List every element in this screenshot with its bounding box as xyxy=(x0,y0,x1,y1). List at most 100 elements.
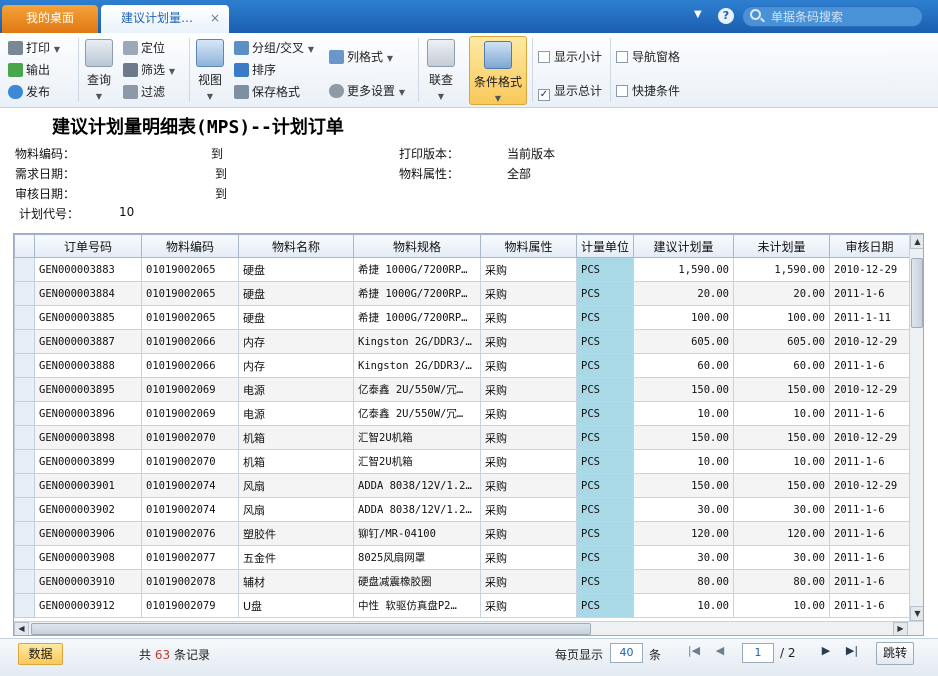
table-cell[interactable]: 采购 xyxy=(480,353,577,378)
table-cell[interactable]: 采购 xyxy=(480,521,577,546)
column-header[interactable]: 计量单位 xyxy=(576,234,634,258)
table-cell[interactable]: 120.00 xyxy=(733,521,830,546)
table-cell[interactable]: 2010-12-29 xyxy=(829,377,910,402)
table-cell[interactable]: 150.00 xyxy=(733,425,830,450)
table-cell[interactable]: 五金件 xyxy=(238,545,354,570)
table-cell[interactable]: 采购 xyxy=(480,497,577,522)
table-row[interactable]: GEN000003906 01019002076 塑胶件 铆钉/MR-04100 采购 P… xyxy=(14,521,910,546)
table-cell[interactable]: 汇智2U机箱 xyxy=(353,449,481,474)
table-cell[interactable]: 采购 xyxy=(480,257,577,282)
table-cell[interactable]: GEN000003901 xyxy=(34,473,142,498)
link-query-button[interactable]: 联查 ▼ xyxy=(424,39,458,102)
last-page-icon[interactable]: ▶| xyxy=(844,644,860,657)
table-cell[interactable]: GEN000003896 xyxy=(34,401,142,426)
table-cell[interactable]: 亿泰鑫 2U/550W/冗… xyxy=(353,377,481,402)
table-cell[interactable]: 20.00 xyxy=(633,281,734,306)
table-cell[interactable]: 100.00 xyxy=(633,305,734,330)
table-cell[interactable]: 电源 xyxy=(238,401,354,426)
table-cell[interactable]: PCS xyxy=(576,329,634,354)
scroll-down-icon[interactable]: ▼ xyxy=(910,606,923,621)
row-selector[interactable] xyxy=(14,569,35,594)
table-row[interactable]: GEN000003910 01019002078 辅材 硬盘减震橡胶圈 采购 PCS 80.… xyxy=(14,569,910,594)
locate-button[interactable]: 定位 xyxy=(123,40,165,56)
table-row[interactable]: GEN000003883 01019002065 硬盘 希捷 1000G/7200RP… xyxy=(14,257,910,282)
table-cell[interactable]: Kingston 2G/DDR3/… xyxy=(353,353,481,378)
nav-pane-box[interactable] xyxy=(616,51,628,63)
show-total-box[interactable]: ✓ xyxy=(538,89,550,101)
table-cell[interactable]: 铆钉/MR-04100 xyxy=(353,521,481,546)
row-selector[interactable] xyxy=(14,545,35,570)
nav-pane-checkbox[interactable]: 导航窗格 xyxy=(616,50,680,64)
tab-home[interactable]: 我的桌面 xyxy=(2,5,98,33)
table-cell[interactable]: 30.00 xyxy=(733,545,830,570)
table-cell[interactable]: PCS xyxy=(576,545,634,570)
view-button[interactable]: 视图 ▼ xyxy=(194,39,226,102)
table-cell[interactable]: 01019002069 xyxy=(141,401,239,426)
row-selector[interactable] xyxy=(14,329,35,354)
table-cell[interactable]: 电源 xyxy=(238,377,354,402)
table-row[interactable]: GEN000003901 01019002074 风扇 ADDA 8038/12V/1… xyxy=(14,473,910,498)
table-cell[interactable]: 01019002076 xyxy=(141,521,239,546)
table-row[interactable]: GEN000003895 01019002069 电源 亿泰鑫 2U/550W/冗… 采… xyxy=(14,377,910,402)
table-cell[interactable]: 150.00 xyxy=(633,425,734,450)
table-cell[interactable]: 150.00 xyxy=(733,473,830,498)
table-cell[interactable]: 2011-1-6 xyxy=(829,521,910,546)
table-cell[interactable]: GEN000003884 xyxy=(34,281,142,306)
save-format-button[interactable]: 保存格式 xyxy=(234,84,300,100)
table-cell[interactable]: 10.00 xyxy=(733,449,830,474)
condition-format-button[interactable]: 条件格式 ▼ xyxy=(469,36,527,105)
table-cell[interactable]: 01019002077 xyxy=(141,545,239,570)
row-selector[interactable] xyxy=(14,401,35,426)
table-cell[interactable]: 2011-1-6 xyxy=(829,449,910,474)
row-selector[interactable] xyxy=(14,353,35,378)
table-cell[interactable]: PCS xyxy=(576,425,634,450)
row-selector[interactable] xyxy=(14,425,35,450)
table-cell[interactable]: PCS xyxy=(576,593,634,618)
table-cell[interactable]: 采购 xyxy=(480,545,577,570)
table-cell[interactable]: 1,590.00 xyxy=(633,257,734,282)
barcode-search[interactable] xyxy=(742,6,923,27)
current-page-input[interactable]: 1 xyxy=(742,643,774,663)
table-cell[interactable]: 30.00 xyxy=(633,545,734,570)
query-button[interactable]: 查询 ▼ xyxy=(83,39,115,102)
scroll-up-icon[interactable]: ▲ xyxy=(910,234,923,249)
group-cross-button[interactable]: 分组/交叉 ▼ xyxy=(234,40,314,58)
horizontal-scroll-thumb[interactable] xyxy=(31,623,591,635)
data-grid[interactable]: 订单号码 物料编码 物料名称 物料规格 物料属性 计量单位 建议计划量 未计划量 审核日期 GE… xyxy=(13,233,924,636)
table-cell[interactable]: GEN000003895 xyxy=(34,377,142,402)
table-row[interactable]: GEN000003899 01019002070 机箱 汇智2U机箱 采购 PCS 10.0… xyxy=(14,449,910,474)
table-cell[interactable]: PCS xyxy=(576,569,634,594)
table-cell[interactable]: ADDA 8038/12V/1.2… xyxy=(353,473,481,498)
table-cell[interactable]: 01019002070 xyxy=(141,449,239,474)
table-cell[interactable]: Kingston 2G/DDR3/… xyxy=(353,329,481,354)
table-cell[interactable]: PCS xyxy=(576,497,634,522)
table-row[interactable]: GEN000003908 01019002077 五金件 8025风扇网罩 采购 PCS 3… xyxy=(14,545,910,570)
table-cell[interactable]: PCS xyxy=(576,353,634,378)
table-cell[interactable]: U盘 xyxy=(238,593,354,618)
table-row[interactable]: GEN000003898 01019002070 机箱 汇智2U机箱 采购 PCS 150.… xyxy=(14,425,910,450)
prev-page-icon[interactable]: ◀ xyxy=(712,644,728,657)
table-cell[interactable]: GEN000003910 xyxy=(34,569,142,594)
print-button[interactable]: 打印 ▼ xyxy=(8,40,60,58)
next-page-icon[interactable]: ▶ xyxy=(818,644,834,657)
table-cell[interactable]: 采购 xyxy=(480,425,577,450)
table-cell[interactable]: 2011-1-11 xyxy=(829,305,910,330)
publish-button[interactable]: 发布 xyxy=(8,84,50,100)
table-cell[interactable]: 1,590.00 xyxy=(733,257,830,282)
table-cell[interactable]: 内存 xyxy=(238,353,354,378)
table-cell[interactable]: 希捷 1000G/7200RP… xyxy=(353,281,481,306)
table-cell[interactable]: 01019002074 xyxy=(141,473,239,498)
table-cell[interactable]: 采购 xyxy=(480,329,577,354)
table-cell[interactable]: 风扇 xyxy=(238,497,354,522)
more-settings-button[interactable]: 更多设置 ▼ xyxy=(329,83,405,101)
tab-plan-report[interactable]: 建议计划量… × xyxy=(101,5,229,33)
table-cell[interactable]: 10.00 xyxy=(733,593,830,618)
table-cell[interactable]: 2011-1-6 xyxy=(829,497,910,522)
table-cell[interactable]: 采购 xyxy=(480,593,577,618)
table-cell[interactable]: 10.00 xyxy=(633,593,734,618)
table-cell[interactable]: 605.00 xyxy=(633,329,734,354)
row-selector[interactable] xyxy=(14,449,35,474)
sort-button[interactable]: 排序 xyxy=(234,62,276,78)
table-cell[interactable]: 8025风扇网罩 xyxy=(353,545,481,570)
table-cell[interactable]: PCS xyxy=(576,473,634,498)
